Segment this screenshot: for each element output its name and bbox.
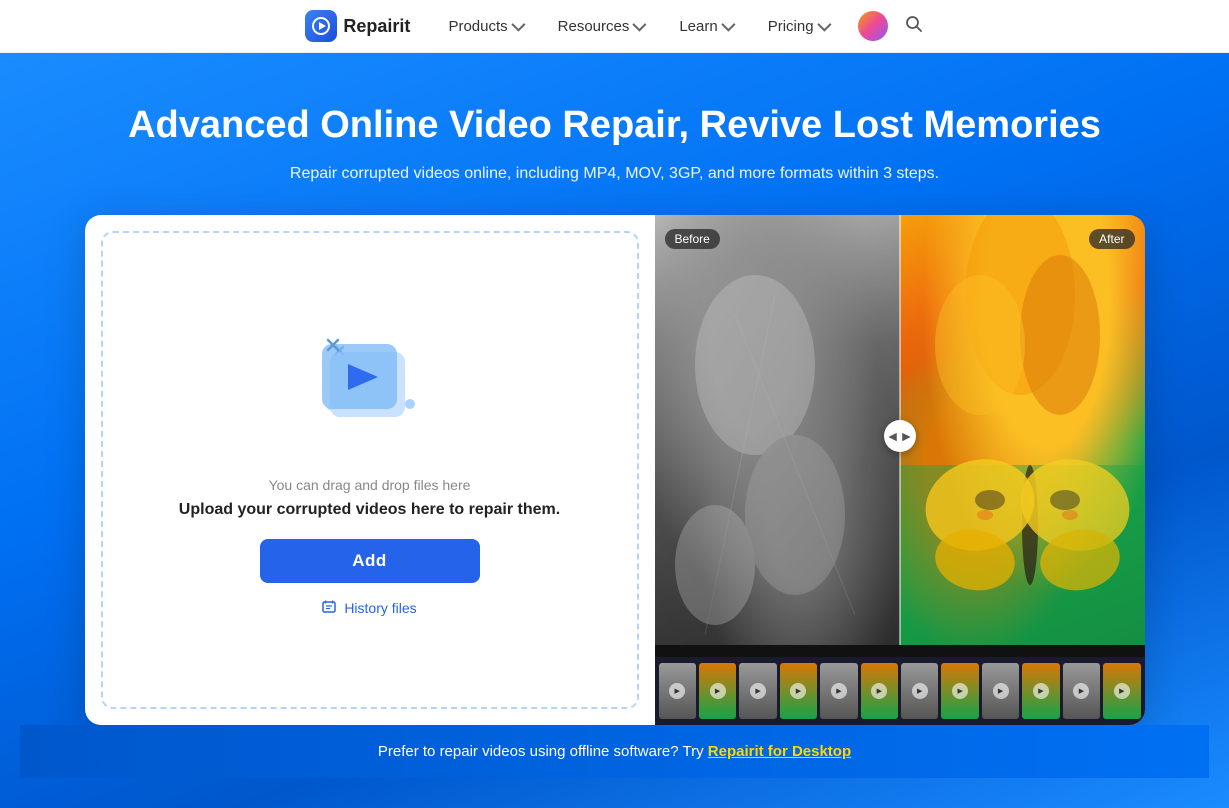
play-icon: ▶ [912, 683, 928, 699]
footer-banner: Prefer to repair videos using offline so… [20, 725, 1209, 778]
logo[interactable]: Repairit [305, 10, 410, 42]
nav-products[interactable]: Products [434, 0, 535, 53]
nav-pricing-label: Pricing [768, 18, 814, 35]
play-icon: ▶ [750, 683, 766, 699]
chevron-down-icon [721, 18, 735, 32]
play-icon: ▶ [993, 683, 1009, 699]
nav-learn[interactable]: Learn [665, 0, 745, 53]
play-icon: ▶ [790, 683, 806, 699]
drag-drop-text: You can drag and drop files here [269, 477, 471, 493]
search-icon[interactable] [904, 14, 924, 39]
avatar[interactable] [858, 11, 888, 41]
play-icon: ▶ [831, 683, 847, 699]
upload-main-text: Upload your corrupted videos here to rep… [179, 501, 560, 519]
before-image: Before [655, 215, 900, 645]
film-thumb-3[interactable]: ▶ [739, 663, 776, 719]
add-button[interactable]: Add [260, 539, 480, 583]
divider-handle[interactable]: ◄► [884, 420, 916, 452]
history-files-link[interactable]: History files [322, 599, 416, 618]
preview-panel: Before ◄► [655, 215, 1145, 725]
footer-text: Prefer to repair videos using offline so… [378, 743, 708, 760]
chevron-down-icon [817, 18, 831, 32]
play-icon: ▶ [871, 683, 887, 699]
film-thumb-10[interactable]: ▶ [1022, 663, 1059, 719]
nav-pricing[interactable]: Pricing [754, 0, 842, 53]
main-card: You can drag and drop files here Upload … [85, 215, 1145, 725]
play-icon: ▶ [1073, 683, 1089, 699]
play-icon: ▶ [1114, 683, 1130, 699]
upload-icon-wrap [300, 322, 440, 457]
nav-resources[interactable]: Resources [544, 0, 658, 53]
play-icon: ▶ [1033, 683, 1049, 699]
play-icon: ▶ [669, 683, 685, 699]
history-icon [322, 599, 338, 618]
upload-illustration [300, 322, 440, 452]
after-image: After [900, 215, 1145, 645]
film-thumb-1[interactable]: ▶ [659, 663, 696, 719]
hero-subtitle: Repair corrupted videos online, includin… [20, 165, 1209, 183]
film-thumb-2[interactable]: ▶ [699, 663, 736, 719]
film-thumb-4[interactable]: ▶ [780, 663, 817, 719]
film-thumb-9[interactable]: ▶ [982, 663, 1019, 719]
history-files-label: History files [344, 600, 416, 616]
filmstrip: ▶ ▶ ▶ ▶ ▶ ▶ ▶ ▶ ▶ ▶ ▶ ▶ [655, 657, 1145, 725]
nav-resources-label: Resources [558, 18, 630, 35]
logo-icon [305, 10, 337, 42]
upload-panel: You can drag and drop files here Upload … [101, 231, 639, 709]
chevron-down-icon [511, 18, 525, 32]
film-thumb-7[interactable]: ▶ [901, 663, 938, 719]
logo-text: Repairit [343, 16, 410, 37]
before-after-container: Before ◄► [655, 215, 1145, 657]
desktop-link[interactable]: Repairit for Desktop [708, 743, 851, 760]
film-thumb-5[interactable]: ▶ [820, 663, 857, 719]
chevron-down-icon [633, 18, 647, 32]
nav-products-label: Products [448, 18, 507, 35]
hero-section: Advanced Online Video Repair, Revive Los… [0, 53, 1229, 808]
film-thumb-11[interactable]: ▶ [1063, 663, 1100, 719]
navbar: Repairit Products Resources Learn Pricin… [0, 0, 1229, 53]
hero-title: Advanced Online Video Repair, Revive Los… [20, 103, 1209, 149]
film-thumb-12[interactable]: ▶ [1103, 663, 1140, 719]
before-badge: Before [665, 229, 720, 249]
film-thumb-8[interactable]: ▶ [941, 663, 978, 719]
play-icon: ▶ [952, 683, 968, 699]
nav-learn-label: Learn [679, 18, 717, 35]
play-icon: ▶ [710, 683, 726, 699]
after-badge: After [1089, 229, 1134, 249]
film-thumb-6[interactable]: ▶ [861, 663, 898, 719]
